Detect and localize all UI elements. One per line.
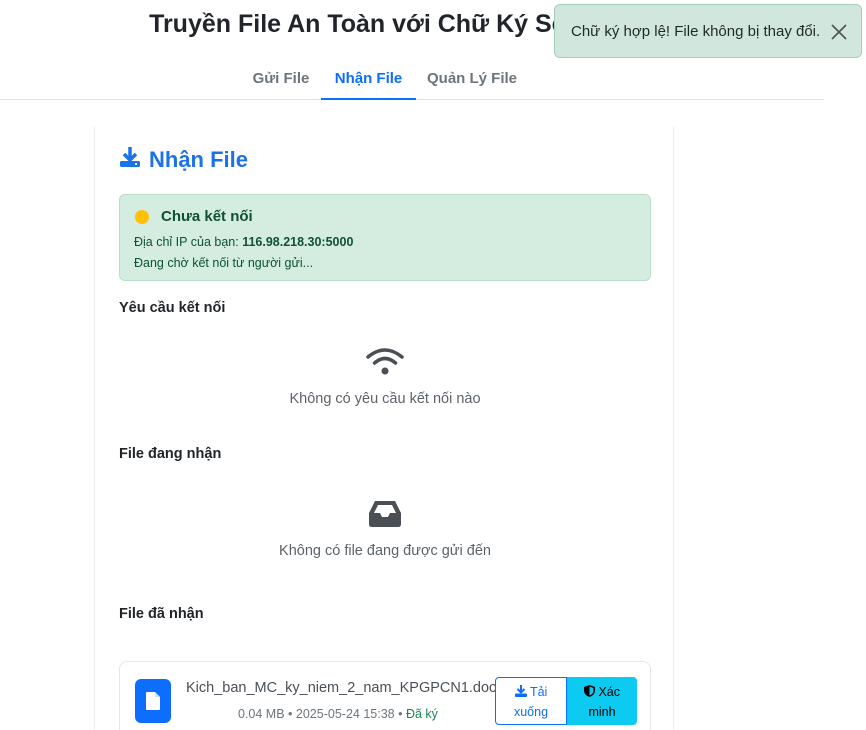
verify-label-2: minh bbox=[588, 705, 616, 719]
inbox-icon bbox=[119, 498, 651, 533]
download-label-1: Tải bbox=[529, 685, 548, 699]
receive-panel: Nhận File Chưa kết nối Địa chỉ IP của bạ… bbox=[94, 126, 674, 730]
shield-icon bbox=[583, 685, 598, 699]
section-title: Nhận File bbox=[149, 147, 249, 172]
meta-separator: • bbox=[288, 707, 296, 721]
incoming-files-empty: Không có file đang được gửi đến bbox=[119, 498, 651, 559]
download-button[interactable]: Tải xuống bbox=[495, 677, 567, 725]
waiting-text: Đang chờ kết nối từ người gửi... bbox=[134, 256, 314, 270]
ip-value: 116.98.218.30:5000 bbox=[242, 235, 354, 249]
received-files-heading: File đã nhận bbox=[119, 606, 204, 622]
close-icon[interactable] bbox=[829, 22, 849, 42]
file-name: Kich_ban_MC_ky_niem_2_nam_KPGPCN1.docx bbox=[186, 680, 504, 696]
wifi-icon bbox=[119, 346, 651, 381]
toast-message: Chữ ký hợp lệ! File không bị thay đổi. bbox=[571, 23, 821, 40]
verify-label-1: Xác bbox=[598, 685, 621, 699]
tab-send-file[interactable]: Gửi File bbox=[241, 60, 321, 100]
download-label-2: xuống bbox=[513, 705, 549, 719]
section-heading: Nhận File bbox=[119, 146, 248, 174]
empty-incoming-text: Không có file đang được gửi đến bbox=[279, 543, 491, 559]
status-title: Chưa kết nối bbox=[161, 208, 253, 225]
file-icon bbox=[135, 679, 171, 723]
meta-separator: • bbox=[398, 707, 406, 721]
connection-status-box: Chưa kết nối Địa chỉ IP của bạn: 116.98.… bbox=[119, 194, 651, 281]
tab-bar: Gửi File Nhận File Quản Lý File bbox=[0, 60, 824, 100]
verify-button[interactable]: Xác minh bbox=[567, 677, 637, 725]
file-size: 0.04 MB bbox=[238, 707, 285, 721]
file-meta: 0.04 MB • 2025-05-24 15:38 • Đã ký bbox=[238, 707, 438, 721]
ip-address-line: Địa chỉ IP của bạn: 116.98.218.30:5000 bbox=[134, 235, 353, 249]
status-dot bbox=[135, 210, 149, 224]
connection-requests-empty: Không có yêu cầu kết nối nào bbox=[119, 346, 651, 407]
received-file-item: Kich_ban_MC_ky_niem_2_nam_KPGPCN1.docx 0… bbox=[119, 661, 651, 730]
tab-manage-files[interactable]: Quản Lý File bbox=[416, 60, 528, 100]
signature-status: Đã ký bbox=[405, 707, 438, 721]
download-icon bbox=[119, 146, 141, 174]
empty-requests-text: Không có yêu cầu kết nối nào bbox=[289, 391, 481, 407]
file-date: 2025-05-24 15:38 bbox=[295, 707, 395, 721]
download-small-icon bbox=[514, 685, 530, 699]
success-toast: Chữ ký hợp lệ! File không bị thay đổi. bbox=[554, 4, 862, 58]
connection-requests-heading: Yêu cầu kết nối bbox=[119, 300, 226, 316]
ip-label: Địa chỉ IP của bạn: bbox=[134, 235, 239, 249]
tab-receive-file[interactable]: Nhận File bbox=[321, 60, 416, 100]
incoming-files-heading: File đang nhận bbox=[119, 446, 222, 462]
